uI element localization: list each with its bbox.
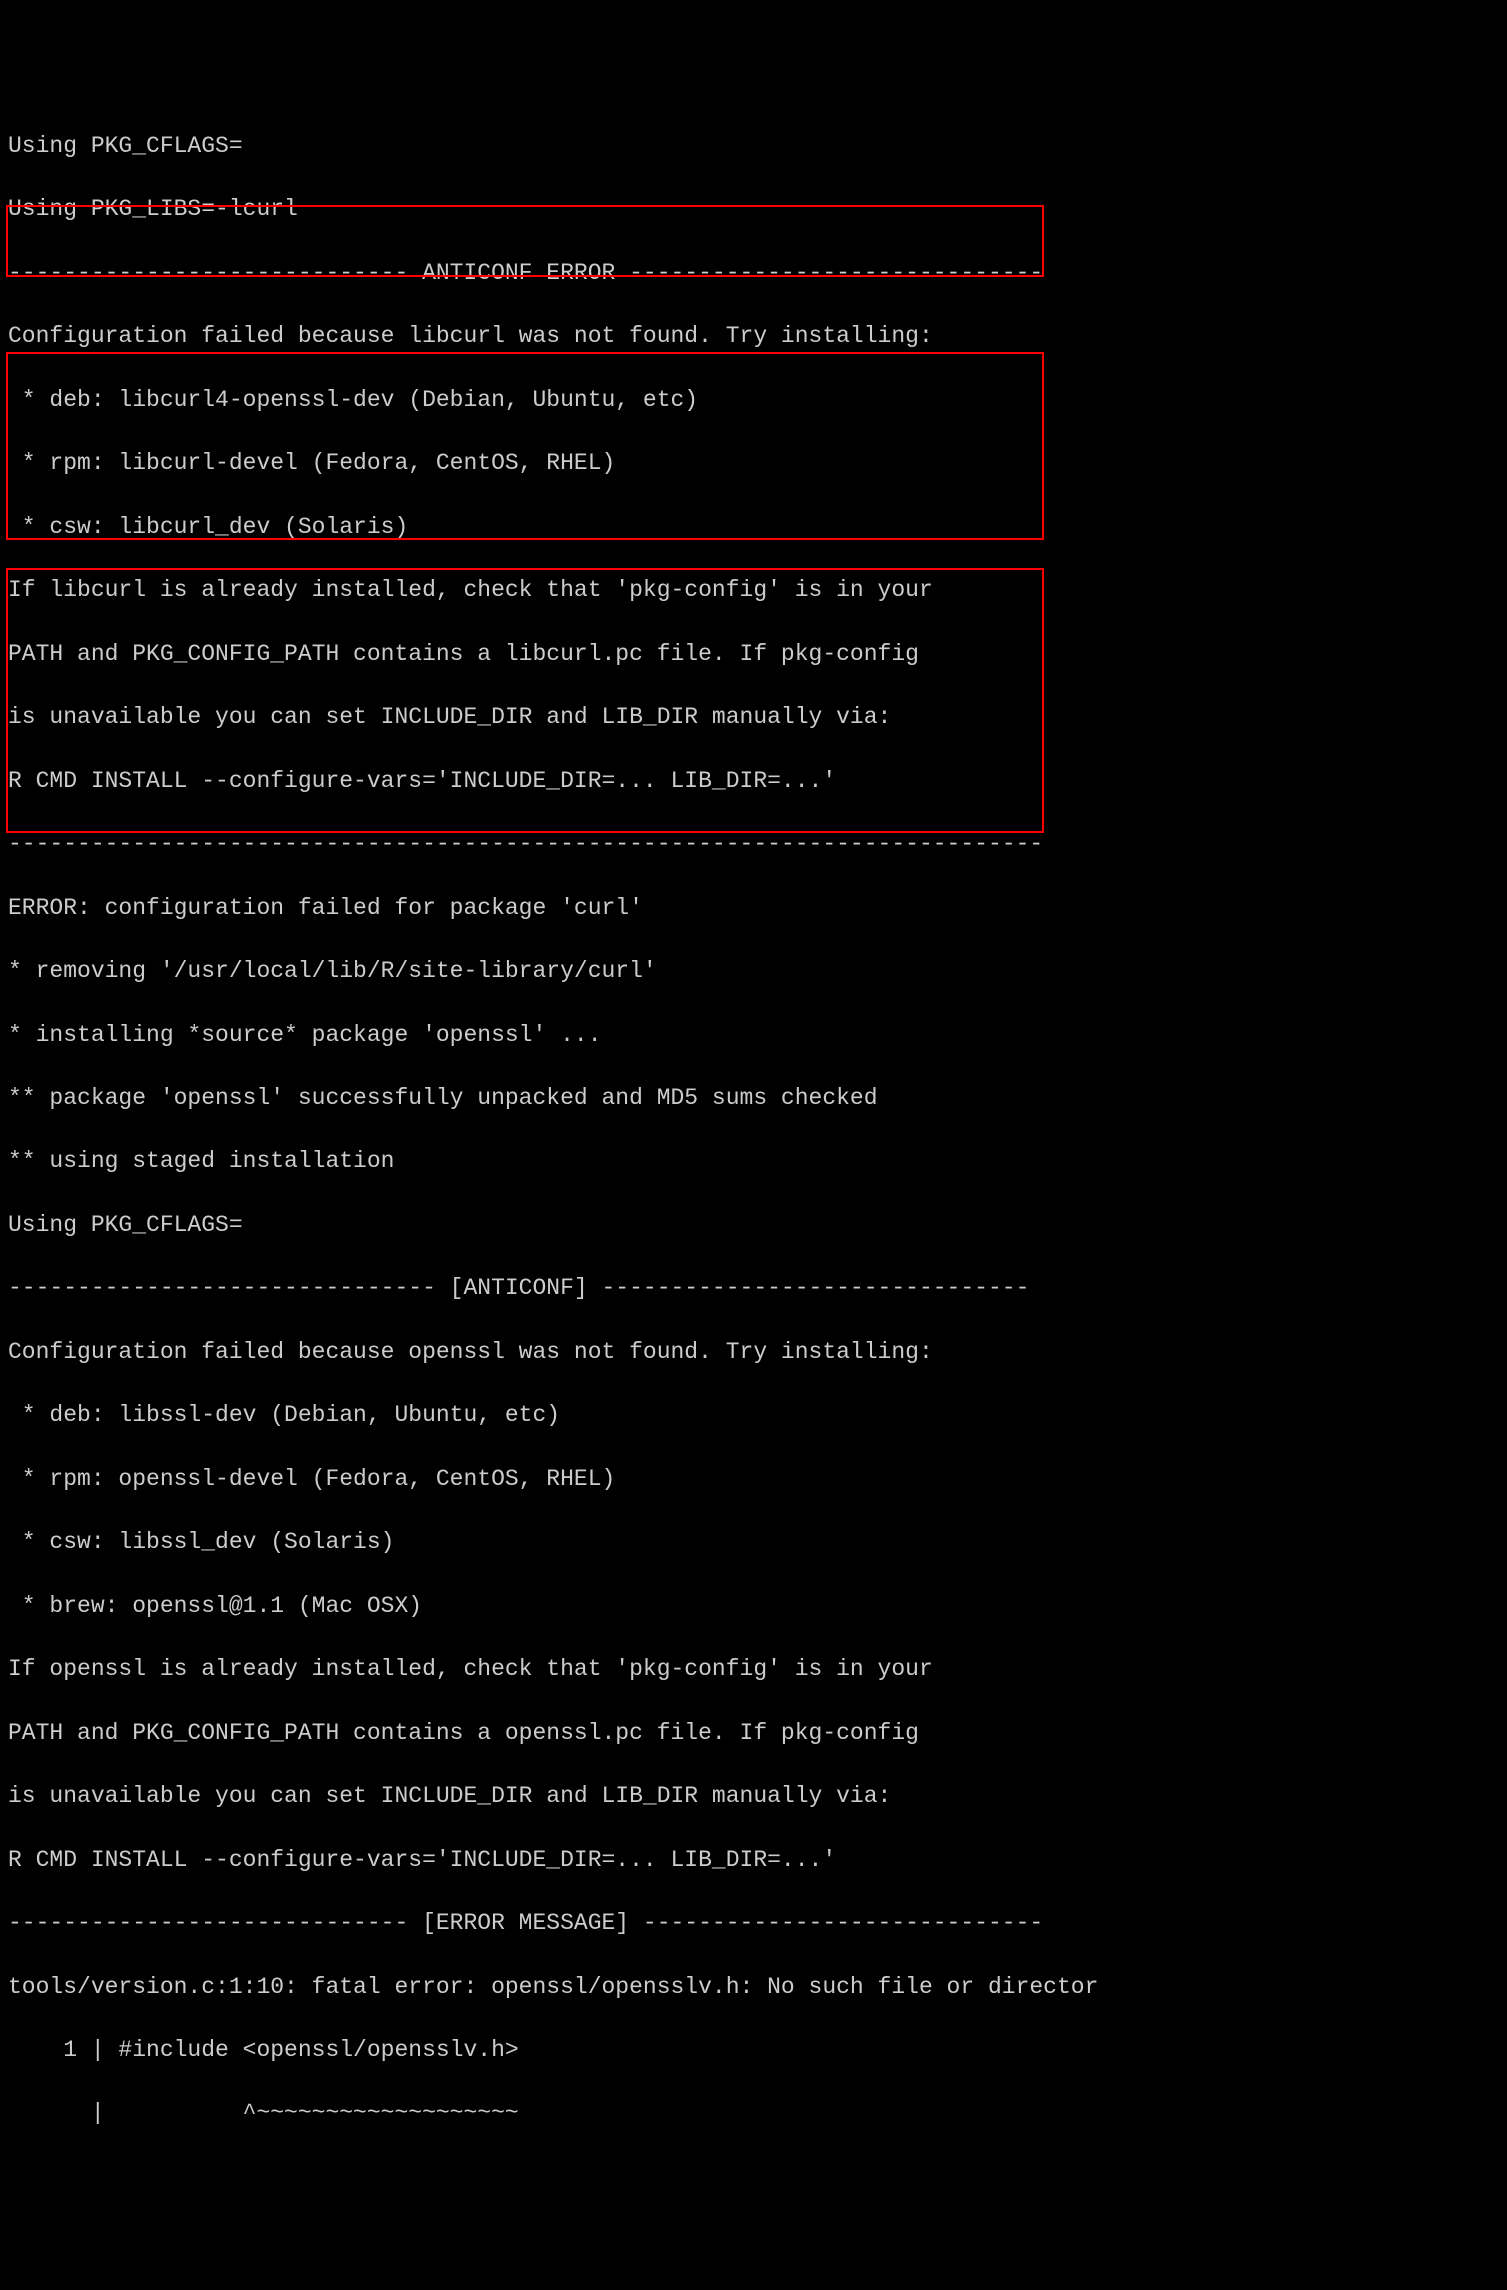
- terminal-line: 1 | #include <openssl/opensslv.h>: [8, 2035, 1499, 2067]
- terminal-line: * csw: libcurl_dev (Solaris): [8, 512, 1499, 544]
- terminal-line: ** package 'openssl' successfully unpack…: [8, 1083, 1499, 1115]
- terminal-line: R CMD INSTALL --configure-vars='INCLUDE_…: [8, 766, 1499, 798]
- terminal-line: Configuration failed because openssl was…: [8, 1337, 1499, 1369]
- anticonf-header: ------------------------------- [ANTICON…: [8, 1273, 1499, 1305]
- terminal-line: * brew: openssl@1.1 (Mac OSX): [8, 1591, 1499, 1623]
- terminal-line: * rpm: openssl-devel (Fedora, CentOS, RH…: [8, 1464, 1499, 1496]
- terminal-line: If openssl is already installed, check t…: [8, 1654, 1499, 1686]
- terminal-line: ** using staged installation: [8, 1146, 1499, 1178]
- terminal-line: Using PKG_LIBS=-lcurl: [8, 194, 1499, 226]
- anticonf-error-header: ----------------------------- ANTICONF E…: [8, 258, 1499, 290]
- error-line: ERROR: configuration failed for package …: [8, 893, 1499, 925]
- terminal-line: * installing *source* package 'openssl' …: [8, 1020, 1499, 1052]
- terminal-line: R CMD INSTALL --configure-vars='INCLUDE_…: [8, 1845, 1499, 1877]
- terminal-line: Using PKG_CFLAGS=: [8, 131, 1499, 163]
- terminal-line: is unavailable you can set INCLUDE_DIR a…: [8, 1781, 1499, 1813]
- terminal-line: | ^~~~~~~~~~~~~~~~~~~~: [8, 2098, 1499, 2130]
- terminal-line: * csw: libssl_dev (Solaris): [8, 1527, 1499, 1559]
- terminal-line: Using PKG_CFLAGS=: [8, 1210, 1499, 1242]
- terminal-line: * deb: libcurl4-openssl-dev (Debian, Ubu…: [8, 385, 1499, 417]
- terminal-line: is unavailable you can set INCLUDE_DIR a…: [8, 702, 1499, 734]
- terminal-line: PATH and PKG_CONFIG_PATH contains a open…: [8, 1718, 1499, 1750]
- terminal-line: * removing '/usr/local/lib/R/site-librar…: [8, 956, 1499, 988]
- fatal-error-line: tools/version.c:1:10: fatal error: opens…: [8, 1972, 1499, 2004]
- error-message-header: ----------------------------- [ERROR MES…: [8, 1908, 1499, 1940]
- terminal-line: * deb: libssl-dev (Debian, Ubuntu, etc): [8, 1400, 1499, 1432]
- terminal-line: * rpm: libcurl-devel (Fedora, CentOS, RH…: [8, 448, 1499, 480]
- divider-line: ----------------------------------------…: [8, 829, 1499, 861]
- terminal-line: PATH and PKG_CONFIG_PATH contains a libc…: [8, 639, 1499, 671]
- terminal-line: If libcurl is already installed, check t…: [8, 575, 1499, 607]
- terminal-line: Configuration failed because libcurl was…: [8, 321, 1499, 353]
